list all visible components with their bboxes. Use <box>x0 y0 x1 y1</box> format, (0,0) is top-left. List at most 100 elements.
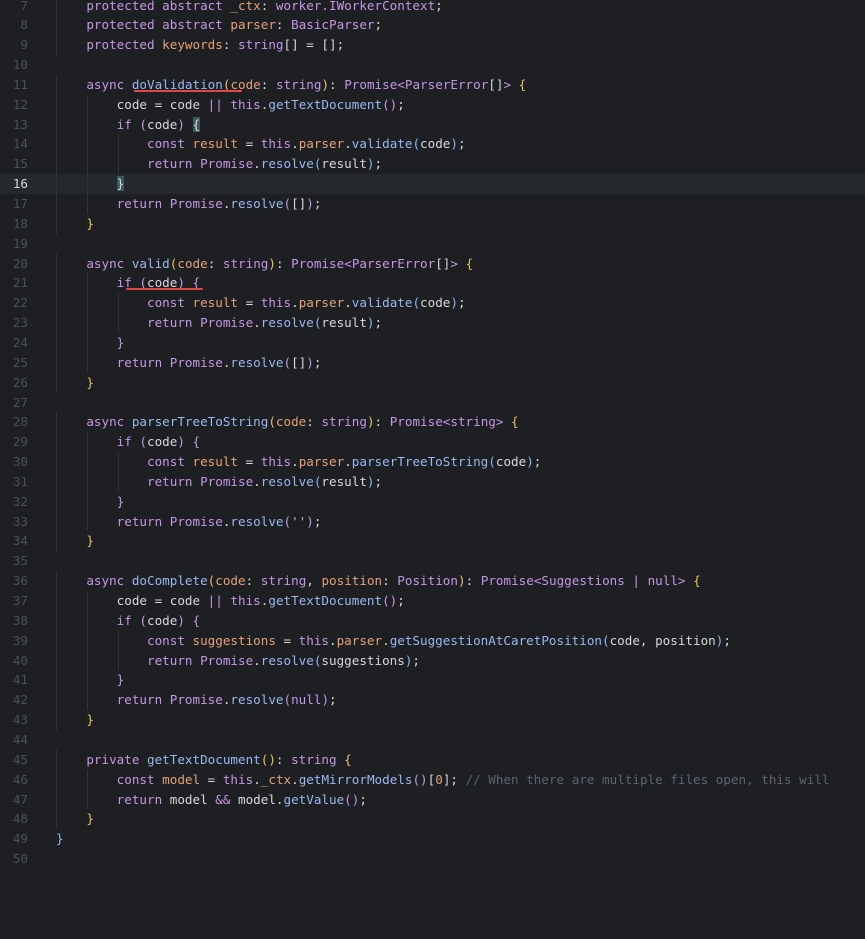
code-line[interactable]: 16 } <box>0 174 865 194</box>
code-line[interactable]: 39 const suggestions = this.parser.getSu… <box>0 630 865 651</box>
code-line[interactable]: 14 const result = this.parser.validate(c… <box>0 134 865 155</box>
line-number: 27 <box>12 394 28 410</box>
code-token: ) <box>306 354 314 370</box>
code-text: } <box>56 333 125 353</box>
code-line[interactable]: 47 return model && model.getValue(); <box>0 789 865 810</box>
code-token: async <box>86 573 132 589</box>
line-number: 20 <box>12 255 28 271</box>
code-token: string <box>291 751 345 767</box>
code-token: > <box>503 76 519 92</box>
code-line[interactable]: 21 if (code) { <box>0 273 865 294</box>
code-token: Promise <box>169 196 223 211</box>
code-token: suggestions <box>192 632 276 648</box>
line-number: 31 <box>12 473 28 489</box>
code-token: } <box>86 811 94 827</box>
code-token: return <box>116 692 170 708</box>
code-line[interactable]: 50 <box>0 849 865 869</box>
code-line[interactable]: 44 <box>0 730 865 750</box>
code-token: 0 <box>435 771 443 787</box>
code-token: . <box>291 295 299 311</box>
code-token: return <box>116 791 170 807</box>
code-line[interactable]: 9 protected keywords: string[] = []; <box>0 35 865 56</box>
code-line[interactable]: 25 return Promise.resolve([]); <box>0 352 865 373</box>
code-line[interactable]: 23 return Promise.resolve(result); <box>0 313 865 333</box>
code-token: ; <box>723 632 731 648</box>
code-token: } <box>116 493 125 509</box>
code-token: } <box>116 334 125 350</box>
code-text: async doComplete(code: string, position:… <box>56 571 701 591</box>
code-token: { <box>518 76 527 92</box>
code-line[interactable]: 46 const model = this._ctx.getMirrorMode… <box>0 769 865 790</box>
code-token: const <box>147 295 193 311</box>
code-token: ) { <box>177 612 201 628</box>
code-line[interactable]: 26 } <box>0 372 865 393</box>
code-line[interactable]: 37 code = code || this.getTextDocument()… <box>0 591 865 611</box>
code-line[interactable]: 41 } <box>0 670 865 691</box>
code-line[interactable]: 34 } <box>0 531 865 552</box>
code-token: async <box>86 76 132 92</box>
code-line[interactable]: 24 } <box>0 332 865 353</box>
code-line[interactable]: 8 protected abstract parser: BasicParser… <box>0 15 865 36</box>
code-line[interactable]: 43 } <box>0 710 865 730</box>
code-token: getTextDocument <box>268 96 383 112</box>
code-line[interactable]: 28 async parserTreeToString(code: string… <box>0 412 865 433</box>
code-line[interactable]: 17 return Promise.resolve([]); <box>0 194 865 214</box>
code-token: } <box>86 533 94 549</box>
code-line[interactable]: 20 async valid(code: string): Promise<Pa… <box>0 253 865 274</box>
code-token: string <box>238 37 284 53</box>
code-token: : <box>260 0 276 13</box>
code-line[interactable]: 29 if (code) { <box>0 432 865 453</box>
code-line[interactable]: 18 } <box>0 213 865 234</box>
code-token: ) { <box>177 434 201 450</box>
code-line[interactable]: 11 async doValidation(code: string): Pro… <box>0 74 865 95</box>
code-line[interactable]: 19 <box>0 234 865 254</box>
code-text: async doValidation(code: string): Promis… <box>56 75 526 95</box>
line-number: 47 <box>12 791 28 807</box>
code-token: getTextDocument <box>268 593 383 608</box>
code-token: return <box>147 652 201 668</box>
code-line[interactable]: 12 code = code || this.getTextDocument()… <box>0 94 865 115</box>
code-text: if (code) { <box>56 273 200 293</box>
code-line[interactable]: 36 async doComplete(code: string, positi… <box>0 571 865 591</box>
code-line[interactable]: 49} <box>0 829 865 849</box>
code-line[interactable]: 42 return Promise.resolve(null); <box>0 690 865 711</box>
code-token: ) <box>366 315 375 331</box>
code-line[interactable]: 32 } <box>0 491 865 512</box>
code-line[interactable]: 33 return Promise.resolve(''); <box>0 511 865 532</box>
code-token: _ctx <box>260 771 292 787</box>
code-line[interactable]: 10 <box>0 55 865 75</box>
code-line[interactable]: 13 if (code) { <box>0 114 865 135</box>
code-token: code <box>275 414 307 430</box>
code-token: = <box>238 295 261 311</box>
line-number: 33 <box>12 513 28 529</box>
code-line[interactable]: 7 protected abstract _ctx: worker.IWorke… <box>0 0 865 16</box>
code-token: this <box>260 136 292 152</box>
code-line[interactable]: 31 return Promise.resolve(result); <box>0 471 865 492</box>
code-text: return Promise.resolve(result); <box>56 313 382 333</box>
code-token: ) <box>457 573 466 589</box>
code-token: keywords <box>162 37 223 53</box>
code-line[interactable]: 15 return Promise.resolve(result); <box>0 154 865 175</box>
code-token: return <box>116 354 170 370</box>
code-token: . <box>291 771 299 787</box>
code-editor[interactable]: 7 protected abstract _ctx: worker.IWorke… <box>0 0 865 939</box>
code-line[interactable]: 48 } <box>0 809 865 830</box>
code-line[interactable]: 45 private getTextDocument(): string { <box>0 749 865 770</box>
code-token: ) <box>306 196 314 211</box>
code-token: Promise <box>389 414 443 430</box>
code-token: const <box>147 632 193 648</box>
code-token: Promise <box>480 573 534 589</box>
code-text: async valid(code: string): Promise<Parse… <box>56 254 473 274</box>
code-line[interactable]: 35 <box>0 551 865 571</box>
code-line[interactable]: 38 if (code) { <box>0 610 865 631</box>
code-token: > <box>495 414 512 430</box>
code-line[interactable]: 27 <box>0 393 865 413</box>
code-line[interactable]: 22 const result = this.parser.validate(c… <box>0 293 865 314</box>
code-line[interactable]: 30 const result = this.parser.parserTree… <box>0 452 865 472</box>
code-token: . <box>344 136 352 152</box>
code-token: { <box>693 573 701 589</box>
code-token: getMirrorModels <box>298 771 413 787</box>
code-token: : <box>222 37 239 53</box>
code-line[interactable]: 40 return Promise.resolve(suggestions); <box>0 650 865 671</box>
code-token: } <box>86 215 94 231</box>
